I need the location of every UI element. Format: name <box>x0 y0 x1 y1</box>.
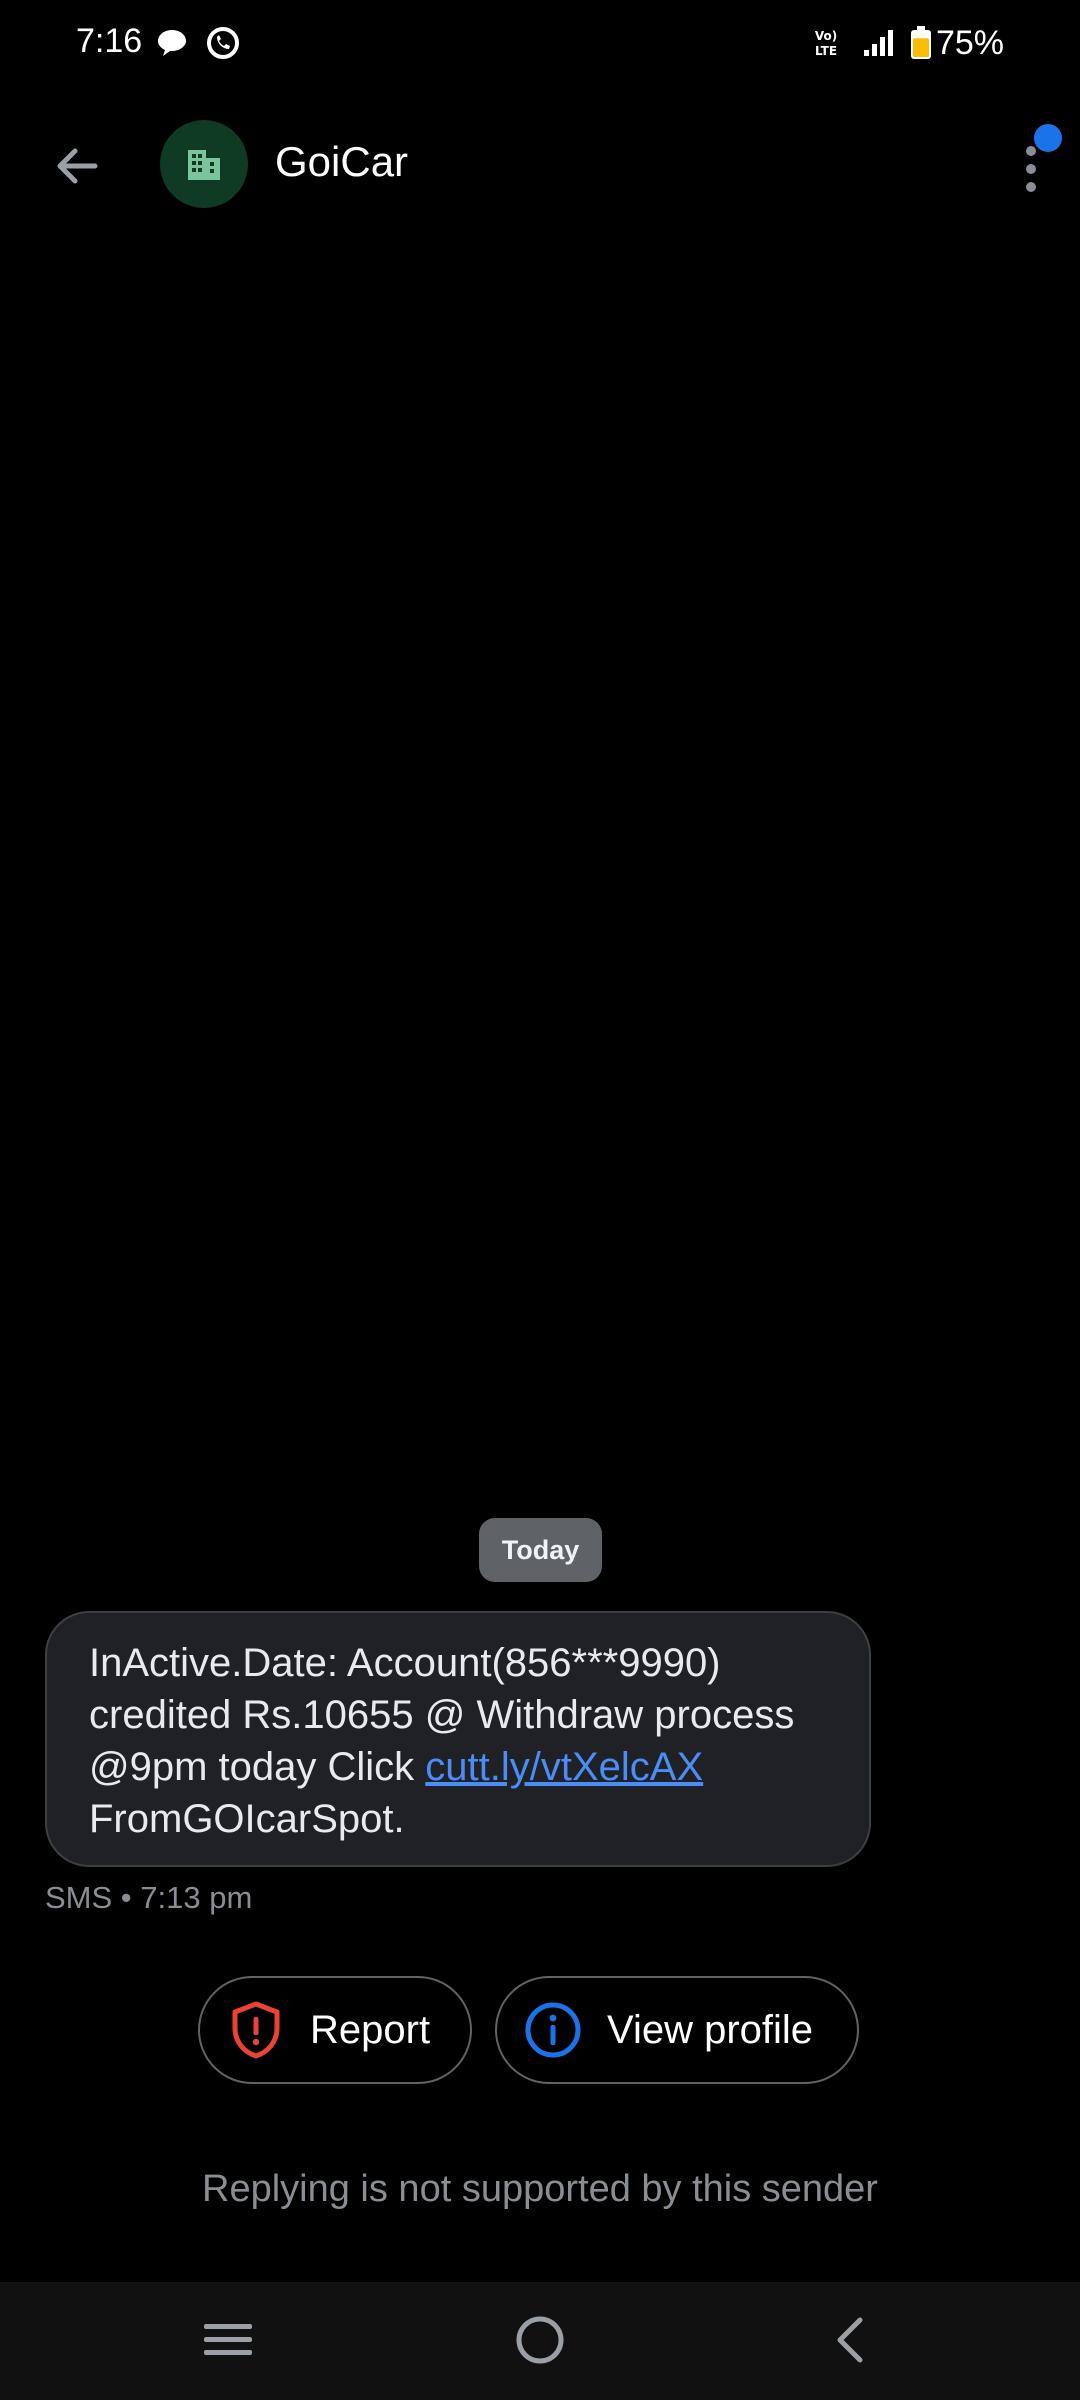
app-bar: GoiCar <box>0 110 1080 220</box>
conversation-title: GoiCar <box>275 138 409 185</box>
reply-not-supported-note: Replying is not supported by this sender <box>202 2168 878 2210</box>
battery-icon <box>910 26 932 65</box>
svg-text:Vo): Vo) <box>815 29 837 43</box>
info-icon <box>523 2000 583 2060</box>
report-button[interactable]: Report <box>198 1976 472 2084</box>
chat-bubble-icon <box>156 28 188 63</box>
message-link[interactable]: cutt.ly/vtXelcAX <box>425 1745 703 1789</box>
building-icon <box>188 150 220 180</box>
status-bar: 7:16 Vo) LTE 75% <box>0 0 1080 90</box>
notification-dot <box>1034 124 1062 152</box>
navigation-bar <box>0 2282 1080 2400</box>
volte-icon: Vo) LTE <box>808 28 844 63</box>
svg-text:LTE: LTE <box>815 44 837 58</box>
message-text-tail: FromGOIcarSpot. <box>89 1797 405 1841</box>
recents-button[interactable] <box>183 2300 273 2380</box>
arrow-left-icon <box>57 148 98 184</box>
view-profile-button[interactable]: View profile <box>495 1976 859 2084</box>
avatar[interactable] <box>160 120 248 208</box>
back-icon <box>837 2317 863 2363</box>
home-button[interactable] <box>495 2300 585 2380</box>
battery-percent: 75% <box>935 24 1004 62</box>
view-profile-label: View profile <box>607 2007 814 2052</box>
back-nav-button[interactable] <box>805 2300 895 2380</box>
messages-screen: 7:16 Vo) LTE 75% GoiCar Today InActive.D… <box>0 0 1080 2400</box>
date-divider: Today <box>479 1518 602 1582</box>
whatsapp-icon <box>206 26 240 65</box>
message-bubble[interactable]: InActive.Date: Account(856***9990) credi… <box>45 1611 871 1867</box>
status-time: 7:16 <box>76 22 143 60</box>
home-icon <box>516 2316 564 2364</box>
more-options-button[interactable] <box>1002 124 1062 208</box>
report-label: Report <box>310 2007 431 2052</box>
message-meta: SMS • 7:13 pm <box>45 1880 253 1915</box>
signal-icon <box>862 28 898 63</box>
shield-alert-icon <box>226 2000 286 2060</box>
back-button[interactable] <box>40 130 112 202</box>
menu-icon <box>204 2324 252 2355</box>
